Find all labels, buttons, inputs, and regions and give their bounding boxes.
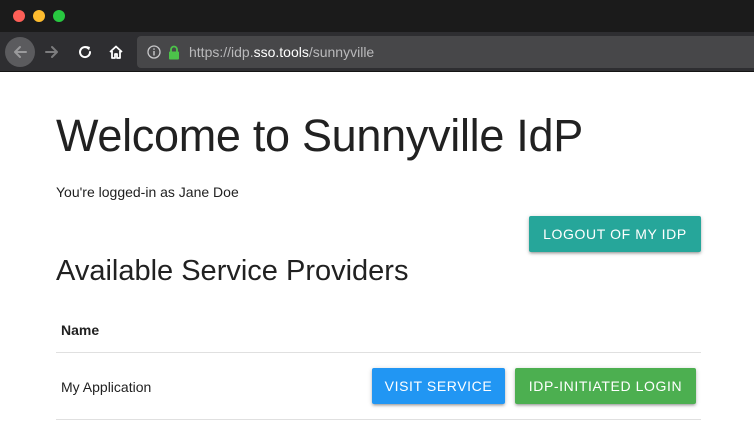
logged-in-status: You're logged-in as Jane Doe [56,184,239,200]
browser-toolbar: https://idp.sso.tools/sunnyville [0,32,754,72]
lock-icon[interactable] [167,44,181,60]
reload-button[interactable] [70,37,100,67]
table-row: My Application VISIT SERVICE IDP-INITIAT… [56,353,701,420]
home-icon [109,45,123,59]
back-button[interactable] [5,37,35,67]
url-host: sso.tools [253,44,309,60]
close-window-button[interactable] [13,10,25,22]
url-bar[interactable]: https://idp.sso.tools/sunnyville [137,36,754,68]
idp-initiated-login-button[interactable]: IDP-INITIATED LOGIN [515,368,696,404]
visit-service-button[interactable]: VISIT SERVICE [372,368,505,404]
window-titlebar [0,0,754,32]
url-prefix: https://idp. [189,44,254,60]
minimize-window-button[interactable] [33,10,45,22]
table-header-row: Name [56,308,701,353]
maximize-window-button[interactable] [53,10,65,22]
column-header-name: Name [61,322,100,338]
arrow-right-icon [45,46,58,58]
url-text[interactable]: https://idp.sso.tools/sunnyville [189,44,374,60]
arrow-left-icon [14,46,27,58]
service-provider-name: My Application [61,379,152,395]
forward-button[interactable] [37,37,67,67]
url-path: /sunnyville [308,44,375,60]
page-content: Welcome to Sunnyville IdP You're logged-… [0,72,754,425]
service-providers-table: Name My Application VISIT SERVICE IDP-IN… [56,308,701,420]
reload-icon [79,46,92,59]
info-icon[interactable] [147,45,161,59]
section-title: Available Service Providers [56,255,409,287]
home-button[interactable] [101,37,131,67]
logout-button[interactable]: LOGOUT OF MY IDP [529,216,701,252]
page-title: Welcome to Sunnyville IdP [56,110,583,161]
